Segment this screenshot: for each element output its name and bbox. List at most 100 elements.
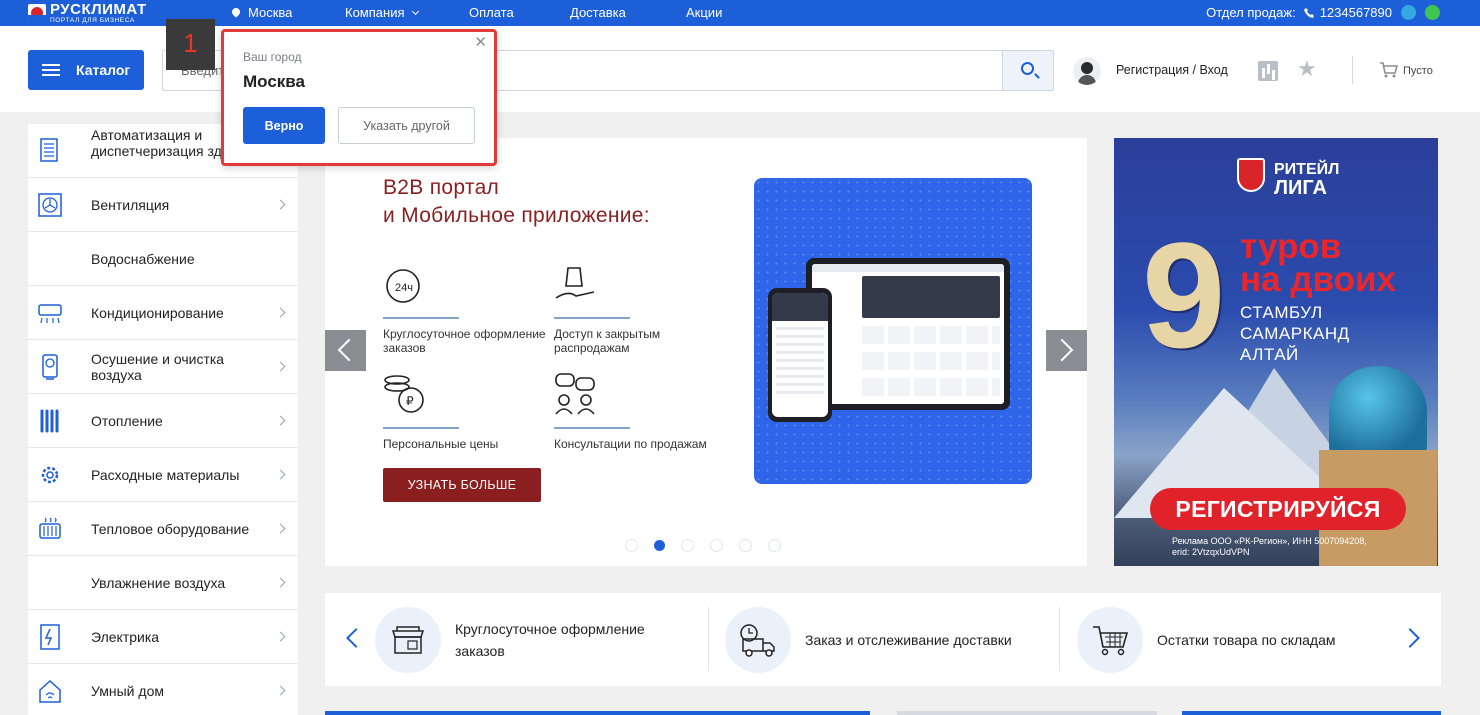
sidebar-item-heat-equipment[interactable]: Тепловое оборудование (28, 502, 298, 556)
hero-feature: 24ч Круглосуточное оформление заказов (383, 262, 553, 355)
service-item[interactable]: Остатки товара по складам (1077, 607, 1336, 673)
electric-panel-icon (40, 624, 60, 650)
chevron-right-icon (275, 469, 286, 480)
nav-delivery[interactable]: Доставка (570, 5, 626, 20)
service-item[interactable]: Круглосуточное оформление заказов (375, 607, 645, 673)
sidebar-item-heating[interactable]: Отопление (28, 394, 298, 448)
cart-status: Пусто (1403, 65, 1433, 77)
feature-text: Круглосуточное оформление заказов (383, 327, 546, 355)
sidebar-item-ventilation[interactable]: Вентиляция (28, 178, 298, 232)
favorites-star-icon[interactable]: ★ (1297, 58, 1317, 80)
sales-contact: Отдел продаж: 1234567890 (1206, 5, 1440, 20)
hero-title: B2B портал и Мобильное приложение: (383, 174, 650, 230)
ad-headline: туров на двоих (1240, 229, 1396, 297)
location-pin-icon (230, 6, 242, 18)
smart-home-icon (39, 679, 61, 703)
chat-people-icon (555, 373, 595, 415)
slider-next-button[interactable] (1046, 330, 1087, 371)
sidebar-item-label: Увлажнение воздуха (91, 574, 226, 591)
app-promo-image (754, 178, 1032, 484)
user-avatar-icon[interactable] (1073, 57, 1101, 85)
ad-city: АЛТАЙ (1240, 345, 1299, 364)
sidebar-item-label: Отопление (91, 412, 163, 429)
services-prev-chevron-icon[interactable] (346, 628, 366, 648)
slider-dot[interactable] (768, 539, 781, 552)
slider-prev-button[interactable] (325, 330, 366, 371)
sidebar-item-air-conditioning[interactable]: Кондиционирование (28, 286, 298, 340)
content-block-edge (325, 711, 870, 715)
ad-number: 9 (1142, 211, 1226, 379)
choose-other-city-button[interactable]: Указать другой (338, 107, 475, 144)
chevron-right-icon (275, 523, 286, 534)
whatsapp-icon[interactable] (1425, 5, 1440, 20)
search-icon (1021, 62, 1034, 75)
air-purifier-icon (42, 354, 58, 380)
login-register-link[interactable]: Регистрация / Вход (1116, 63, 1228, 77)
chevron-right-icon (275, 415, 286, 426)
step-number-badge: 1 (166, 19, 215, 70)
catalog-button[interactable]: Каталог (28, 50, 144, 90)
gear-icon (41, 466, 59, 484)
service-label: заказов (455, 643, 505, 659)
nav-payment[interactable]: Оплата (469, 5, 514, 20)
chevron-right-icon (1050, 338, 1074, 362)
city-selector[interactable]: Москва (230, 5, 292, 20)
cart-icon[interactable] (1380, 62, 1398, 78)
telegram-icon[interactable] (1401, 5, 1416, 20)
ad-brand-line2: ЛИГА (1274, 177, 1327, 199)
ad-banner[interactable]: РИТЕЙЛ ЛИГА 9 туров на двоих СТАМБУЛ САМ… (1114, 138, 1438, 566)
compare-chart-icon[interactable] (1258, 61, 1278, 81)
ad-city: САМАРКАНД (1240, 324, 1350, 343)
sidebar-item-humidification[interactable]: Увлажнение воздуха (28, 556, 298, 610)
search-button[interactable] (1002, 51, 1053, 90)
slider-dot[interactable] (681, 539, 694, 552)
hero-title-line1: B2B портал (383, 176, 500, 199)
catalog-button-label: Каталог (76, 62, 131, 78)
tablet-mockup (806, 258, 1010, 410)
nav-promotions[interactable]: Акции (686, 5, 722, 20)
sidebar-item-water-supply[interactable]: Водоснабжение (28, 232, 298, 286)
ad-register-button[interactable]: РЕГИСТРИРУЙСЯ (1150, 488, 1406, 530)
feature-underline (554, 317, 630, 319)
sidebar-item-label: Вентиляция (91, 196, 170, 213)
sidebar-item-consumables[interactable]: Расходные материалы (28, 448, 298, 502)
svg-text:₽: ₽ (406, 394, 414, 408)
coins-ruble-icon: ₽ (384, 375, 424, 413)
logo-mark-icon (28, 4, 46, 23)
service-item[interactable]: Заказ и отслеживание доставки (725, 607, 1012, 673)
slider-dot-active[interactable] (654, 540, 665, 551)
ad-city: СТАМБУЛ (1240, 303, 1323, 322)
sidebar-item-label: Электрика (91, 628, 160, 645)
logo-name: РУСКЛИМАТ (50, 1, 147, 18)
chevron-left-icon (337, 338, 361, 362)
learn-more-button[interactable]: УЗНАТЬ БОЛЬШЕ (383, 468, 541, 502)
confirm-city-button[interactable]: Верно (243, 107, 325, 144)
hero-banner[interactable]: B2B портал и Мобильное приложение: 24ч К… (325, 138, 1087, 566)
sidebar-item-label: Осушение и очистка воздуха (91, 350, 225, 383)
ventilation-icon (38, 193, 62, 217)
slider-dot[interactable] (739, 539, 752, 552)
svg-text:24ч: 24ч (395, 282, 413, 294)
sidebar-item-label: Умный дом (91, 682, 164, 699)
menu-icon (42, 64, 60, 76)
delivery-truck-icon (725, 607, 791, 673)
slider-dot[interactable] (710, 539, 723, 552)
nav-company[interactable]: Компания (345, 5, 419, 20)
top-bar: РУСКЛИМАТ ПОРТАЛ ДЛЯ БИЗНЕСА Москва Комп… (0, 0, 1480, 26)
services-next-chevron-icon[interactable] (1400, 628, 1420, 648)
slider-pagination (625, 539, 797, 552)
phone-mockup (768, 288, 832, 422)
sidebar-item-label: Тепловое оборудование (91, 520, 250, 537)
sales-phone[interactable]: 1234567890 (1320, 5, 1392, 20)
popup-subtitle: Ваш город (243, 50, 302, 64)
sidebar-item-label: Кондиционирование (91, 304, 224, 321)
close-icon[interactable]: ✕ (474, 35, 487, 50)
sidebar-item-smart-home[interactable]: Умный дом (28, 664, 298, 715)
sidebar-item-electrics[interactable]: Электрика (28, 610, 298, 664)
feature-underline (383, 427, 459, 429)
ad-cities: СТАМБУЛ САМАРКАНД АЛТАЙ (1240, 302, 1350, 365)
logo-subtitle: ПОРТАЛ ДЛЯ БИЗНЕСА (50, 17, 135, 24)
sidebar-item-dehumidification[interactable]: Осушение и очистка воздуха (28, 340, 298, 394)
logo[interactable]: РУСКЛИМАТ ПОРТАЛ ДЛЯ БИЗНЕСА (28, 2, 147, 25)
slider-dot[interactable] (625, 539, 638, 552)
